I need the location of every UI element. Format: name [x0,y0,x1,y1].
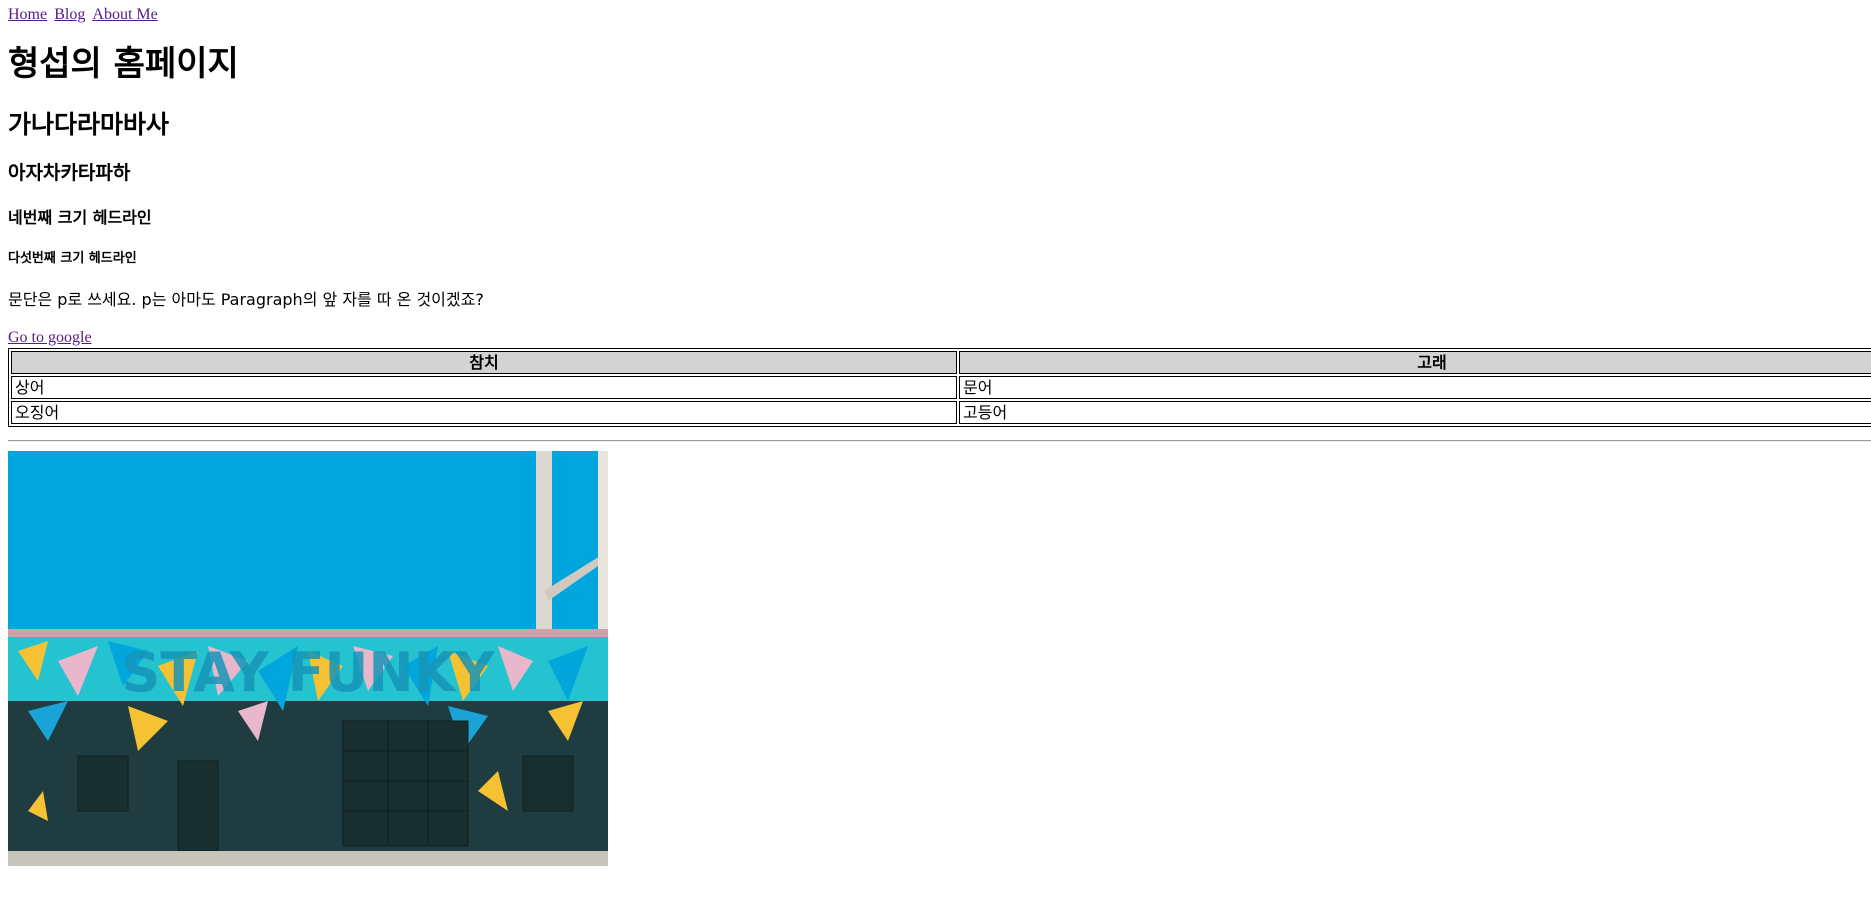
table-cell: 고등어 [959,401,1871,424]
google-link[interactable]: Go to google [8,328,92,348]
fish-table: 참치 고래 상어 문어 오징어 고등어 [8,348,1871,427]
table-cell: 문어 [959,376,1871,399]
page-title: 형섭의 홈페이지 [8,44,239,84]
horizontal-rule [8,440,1871,442]
nav-link-about[interactable]: About Me [92,6,157,23]
table-cell: 오징어 [11,401,957,424]
heading-level-4: 네번째 크기 헤드라인 [8,208,152,227]
wall-text: STAY FUNKY [122,641,496,704]
nav-link-home[interactable]: Home [8,6,47,23]
heading-level-2: 가나다라마바사 [8,110,170,139]
table-row: 상어 문어 [11,376,1871,399]
top-nav: Home Blog About Me [8,4,160,25]
graffiti-wall-photo: STAY FUNKY [8,451,608,866]
table-header-cell: 참치 [11,351,957,374]
table-header-cell: 고래 [959,351,1871,374]
table-header-row: 참치 고래 [11,351,1871,374]
body-paragraph: 문단은 p로 쓰세요. p는 아마도 Paragraph의 앞 자를 따 온 것… [8,290,484,309]
nav-link-blog[interactable]: Blog [54,6,85,23]
heading-level-3: 아자차카타파하 [8,162,131,184]
table-cell: 상어 [11,376,957,399]
heading-level-5: 다섯번째 크기 헤드라인 [8,251,137,266]
table-row: 오징어 고등어 [11,401,1871,424]
